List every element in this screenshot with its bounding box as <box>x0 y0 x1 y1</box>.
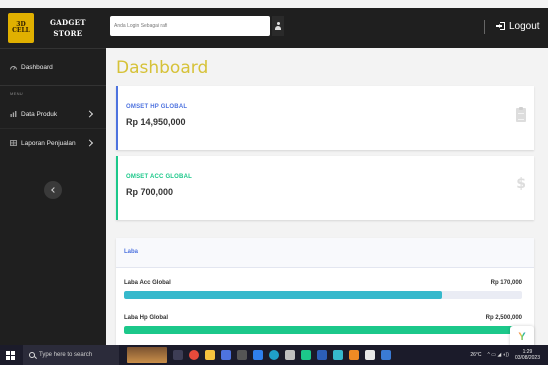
user-button[interactable] <box>272 16 284 36</box>
main-content: Dashboard OMSET HP GLOBAL Rp 14,950,000 … <box>106 48 548 345</box>
app-icon[interactable] <box>349 350 359 360</box>
task-view-icon[interactable] <box>173 350 183 360</box>
progress-track <box>124 291 522 299</box>
logout-label: Logout <box>509 20 540 32</box>
brand[interactable]: 3D CELL GADGET STORE <box>0 8 106 48</box>
laba-card-header: Laba <box>116 238 534 268</box>
laba-row-label: Laba Hp Global <box>124 315 169 321</box>
taskbar-search[interactable]: Type here to search <box>23 345 119 365</box>
sidebar-item-label: Data Produk <box>21 110 58 118</box>
sidebar-item-label: Laporan Penjualan <box>21 139 76 147</box>
app-icon[interactable] <box>381 350 391 360</box>
sidebar: 3D CELL GADGET STORE Dashboard MENU Data… <box>0 8 106 345</box>
search-icon <box>29 352 35 358</box>
sidebar-toggle-button[interactable] <box>44 181 62 199</box>
edge-icon[interactable] <box>269 350 279 360</box>
chevron-right-icon <box>85 139 94 147</box>
weather-temperature[interactable]: 26°C <box>470 352 481 358</box>
clock-date: 03/08/2023 <box>514 355 540 361</box>
login-info-text: Anda Login Sebagai rafi <box>114 23 168 29</box>
laba-card-title: Laba <box>124 249 139 255</box>
page-title: Dashboard <box>116 58 209 78</box>
sign-out-icon <box>496 22 505 30</box>
floating-app-icon[interactable]: Y <box>510 326 534 345</box>
app-icon[interactable] <box>301 350 311 360</box>
progress-track <box>124 326 522 334</box>
app-icon[interactable] <box>285 350 295 360</box>
stat-card-label: OMSET ACC GLOBAL <box>126 174 192 180</box>
app-icon[interactable] <box>333 350 343 360</box>
laba-card: Laba Laba Acc Global Rp 170,000 Laba Hp … <box>116 238 534 345</box>
sidebar-item-label: Dashboard <box>21 63 53 71</box>
system-tray: 26°C ^ ▭ ◢ ◖)) 1:29 03/08/2023 <box>470 345 548 365</box>
brand-line-1: GADGET <box>50 18 86 27</box>
chevron-left-icon <box>50 187 57 193</box>
sidebar-item-dashboard[interactable]: Dashboard <box>0 49 106 85</box>
dashboard-icon <box>10 64 17 70</box>
login-info-field[interactable]: Anda Login Sebagai rafi <box>110 16 270 36</box>
topbar: Anda Login Sebagai rafi Logout <box>106 8 548 48</box>
windows-start-icon[interactable] <box>6 350 15 360</box>
table-icon <box>10 140 17 146</box>
user-icon <box>275 22 281 30</box>
logout-button[interactable]: Logout <box>496 18 540 34</box>
chevron-right-icon <box>85 110 94 118</box>
sidebar-item-laporan-penjualan[interactable]: Laporan Penjualan <box>0 129 106 157</box>
laba-row-value: Rp 2,500,000 <box>485 315 522 321</box>
stat-card-omset-hp: OMSET HP GLOBAL Rp 14,950,000 <box>116 86 534 150</box>
topbar-divider <box>484 20 485 34</box>
dollar-icon: $ <box>516 176 526 192</box>
stat-card-value: Rp 14,950,000 <box>126 117 186 127</box>
sidebar-section-label: MENU <box>10 90 23 96</box>
stat-card-label: OMSET HP GLOBAL <box>126 104 188 110</box>
file-explorer-icon[interactable] <box>205 350 215 360</box>
laba-row-label: Laba Acc Global <box>124 280 171 286</box>
clipboard-icon <box>516 107 526 122</box>
terminal-icon[interactable] <box>237 350 247 360</box>
stat-card-value: Rp 700,000 <box>126 187 174 197</box>
browser-top-strip <box>0 0 548 8</box>
app-icon[interactable] <box>317 350 327 360</box>
app-icon[interactable] <box>365 350 375 360</box>
windows-taskbar: Type here to search 26°C ^ ▭ ◢ ◖)) 1:29 … <box>0 345 548 365</box>
progress-bar <box>124 291 443 299</box>
taskbar-search-placeholder: Type here to search <box>39 352 93 358</box>
progress-bar <box>124 326 522 334</box>
clock[interactable]: 1:29 03/08/2023 <box>515 349 540 361</box>
brand-line-2: STORE <box>53 29 83 38</box>
stat-card-omset-acc: OMSET ACC GLOBAL Rp 700,000 $ <box>116 156 534 220</box>
bars-icon <box>10 111 17 117</box>
sidebar-item-data-produk[interactable]: Data Produk <box>0 100 106 128</box>
laba-row-value: Rp 170,000 <box>490 280 522 286</box>
tray-icons[interactable]: ^ ▭ ◢ ◖)) <box>488 352 509 358</box>
vscode-icon[interactable] <box>253 350 263 360</box>
brand-name: GADGET STORE <box>50 17 86 39</box>
brand-logo: 3D CELL <box>8 13 34 43</box>
taskbar-widget-image[interactable] <box>127 347 167 363</box>
chrome-icon[interactable] <box>189 350 199 360</box>
store-icon[interactable] <box>221 350 231 360</box>
